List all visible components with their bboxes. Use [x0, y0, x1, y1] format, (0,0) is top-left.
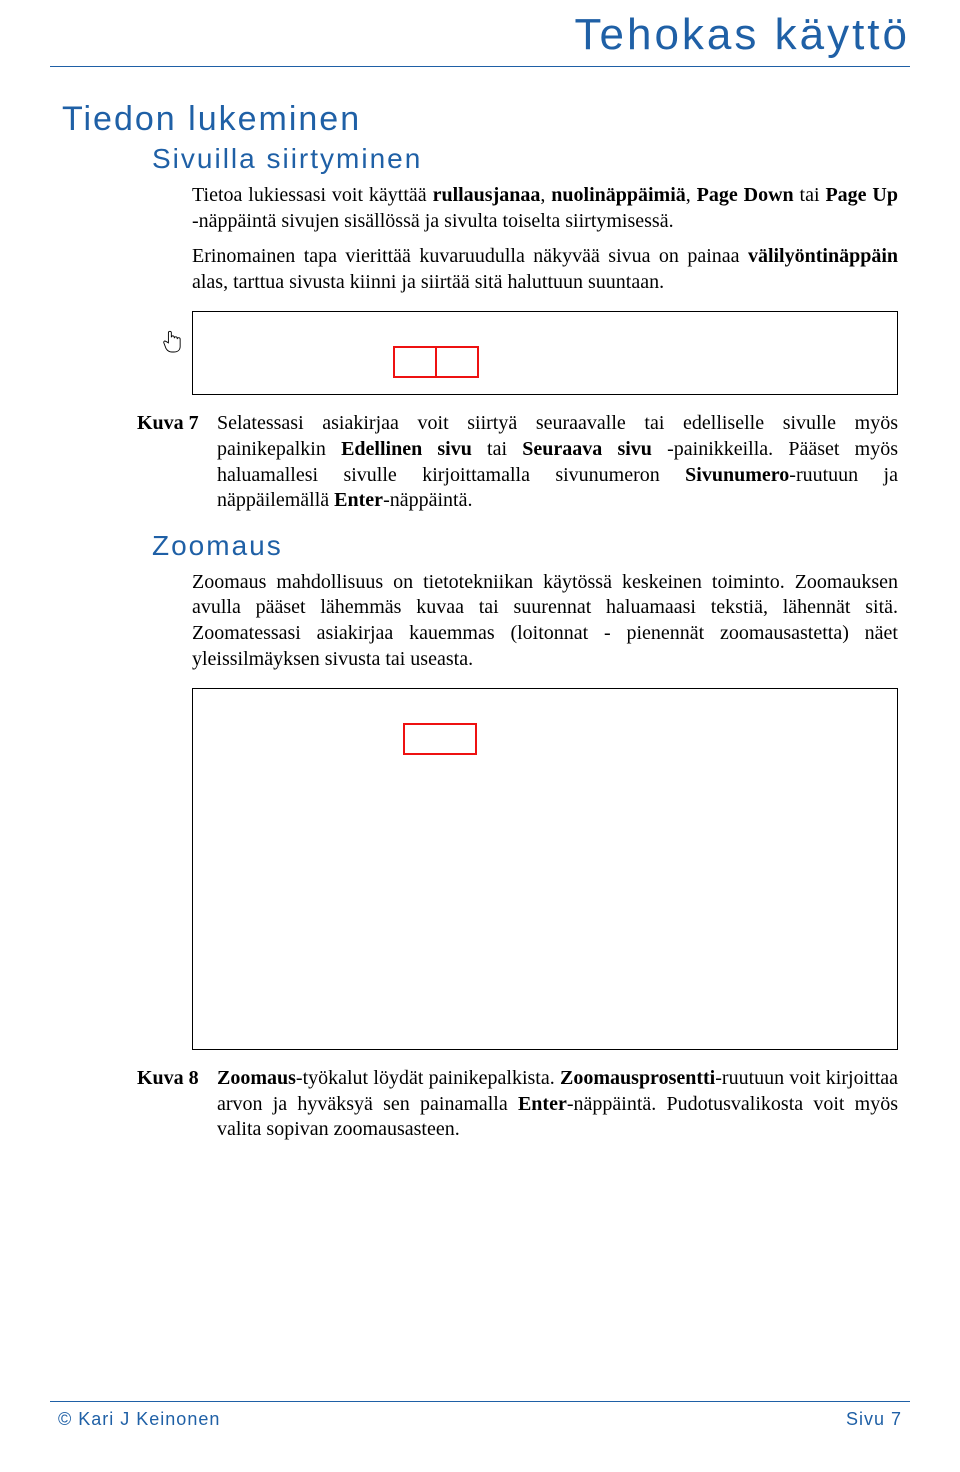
figure-7-highlight — [393, 346, 477, 378]
text: alas, tarttua sivusta kiinni ja siirtää … — [192, 271, 664, 293]
term-pagedown: Page Down — [697, 184, 794, 206]
figure-label: Kuva 7 — [137, 411, 217, 513]
figure-8-caption: Kuva 8 Zoomaus-työkalut löydät painikepa… — [137, 1066, 898, 1143]
term-pageup: Page Up — [825, 184, 898, 206]
term-arrowkeys: nuolinäppäimiä — [551, 184, 686, 206]
figure-7-placeholder — [192, 311, 898, 395]
text: -näppäintä sivujen sisällössä ja sivulta… — [192, 210, 674, 232]
highlight-box — [393, 346, 437, 378]
paragraph-3: Zoomaus mahdollisuus on tietotekniikan k… — [192, 570, 898, 672]
caption-text: Selatessasi asiakirjaa voit siirtyä seur… — [217, 411, 898, 513]
running-header: Tehokas käyttö — [575, 10, 911, 60]
footer-copyright: © Kari J Keinonen — [58, 1409, 220, 1430]
caption-text: Zoomaus-työkalut löydät painikepalkista.… — [217, 1066, 898, 1143]
text: Tietoa lukiessasi voit käyttää — [192, 184, 433, 206]
text: -työkalut löydät painikepalkista. — [296, 1067, 560, 1089]
heading-2-zoom: Zoomaus — [152, 530, 898, 562]
figure-label: Kuva 8 — [137, 1066, 217, 1143]
footer-page-number: Sivu 7 — [846, 1409, 902, 1430]
text: , — [686, 184, 697, 206]
figure-7-caption: Kuva 7 Selatessasi asiakirjaa voit siirt… — [137, 411, 898, 513]
term-next-page: Seuraava sivu — [522, 438, 652, 460]
text: tai — [794, 184, 826, 206]
highlight-box — [435, 346, 479, 378]
text: , — [540, 184, 551, 206]
paragraph-2: Erinomainen tapa vierittää kuvaruudulla … — [192, 244, 898, 295]
term-scrollbar: rullausjanaa — [433, 184, 541, 206]
term-zoom-percent: Zoomausprosentti — [560, 1067, 715, 1089]
term-prev-page: Edellinen sivu — [341, 438, 472, 460]
text: Erinomainen tapa vierittää kuvaruudulla … — [192, 245, 748, 267]
term-pagenumber: Sivunumero — [685, 464, 789, 486]
term-zoom: Zoomaus — [217, 1067, 296, 1089]
term-enter: Enter — [518, 1093, 567, 1115]
figure-8-highlight — [403, 723, 477, 755]
term-enter: Enter — [334, 489, 383, 511]
footer-rule — [50, 1401, 910, 1402]
header-rule — [50, 66, 910, 67]
heading-1: Tiedon lukeminen — [62, 100, 898, 139]
heading-2-navigation: Sivuilla siirtyminen — [152, 143, 898, 175]
figure-8-placeholder — [192, 688, 898, 1050]
term-spacebar: välilyöntinäppäin — [748, 245, 898, 267]
hand-icon — [162, 328, 184, 354]
text: tai — [472, 438, 522, 460]
paragraph-1: Tietoa lukiessasi voit käyttää rullausja… — [192, 183, 898, 234]
text: -näppäintä. — [383, 489, 472, 511]
